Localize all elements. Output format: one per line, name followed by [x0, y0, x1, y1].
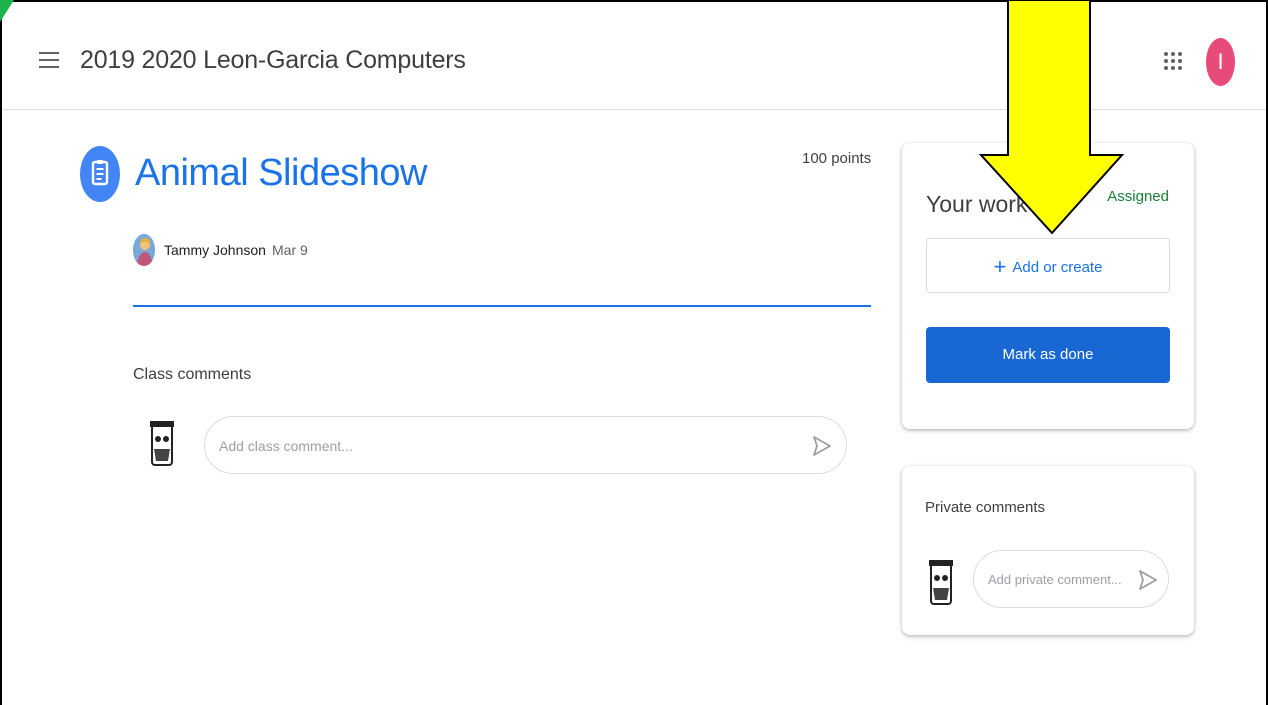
highlight-arrow-annotation [978, 0, 1126, 238]
private-comment-placeholder: Add private comment... [988, 572, 1122, 587]
assignment-icon [80, 146, 120, 202]
class-comment-placeholder: Add class comment... [219, 438, 353, 454]
author-avatar [133, 234, 155, 266]
private-comments-label: Private comments [925, 499, 1046, 516]
user-avatar [927, 558, 955, 608]
user-avatar [148, 419, 176, 469]
class-comments-label: Class comments [133, 366, 252, 383]
add-or-create-label: Add or create [1012, 259, 1103, 276]
apps-grid-icon[interactable] [1162, 50, 1184, 72]
assignment-points: 100 points [802, 150, 872, 167]
mark-as-done-button[interactable]: Mark as done [926, 327, 1170, 383]
header-divider [133, 305, 871, 307]
author-name: Tammy Johnson [164, 242, 266, 258]
class-title[interactable]: 2019 2020 Leon-Garcia Computers [80, 46, 466, 75]
hamburger-menu-icon[interactable] [39, 52, 59, 72]
add-or-create-button[interactable]: + Add or create [926, 238, 1170, 293]
assignment-title: Animal Slideshow [135, 152, 427, 194]
send-icon[interactable] [1138, 568, 1158, 592]
plus-icon: + [993, 254, 1007, 279]
send-icon[interactable] [812, 434, 832, 458]
assignment-date: Mar 9 [272, 242, 308, 258]
private-comment-input[interactable]: Add private comment... [973, 550, 1169, 608]
class-comment-input[interactable]: Add class comment... [204, 416, 847, 474]
account-avatar[interactable]: I [1206, 38, 1235, 86]
private-comments-card: Private comments Add private comment... [902, 466, 1194, 635]
